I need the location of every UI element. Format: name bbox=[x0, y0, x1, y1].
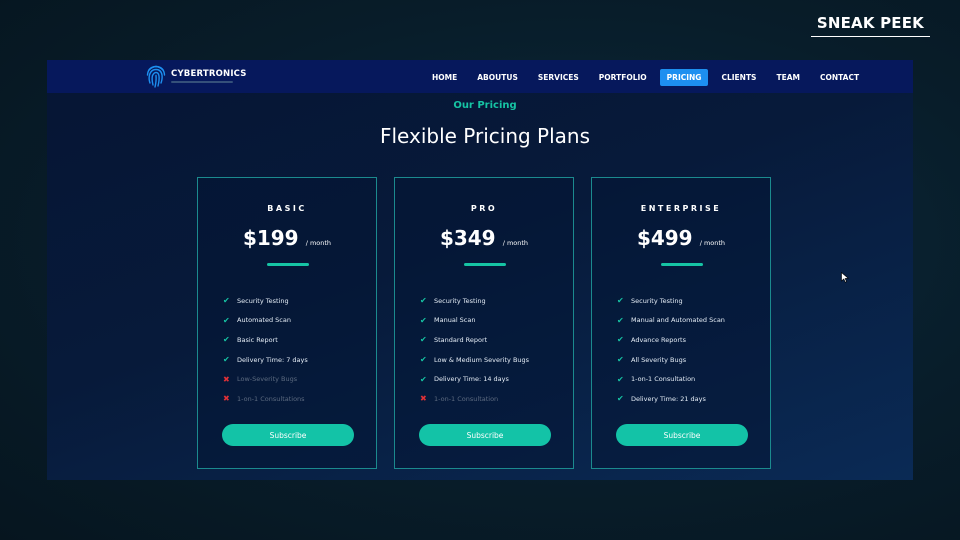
price-divider bbox=[267, 263, 309, 266]
nav-item-home[interactable]: HOME bbox=[425, 69, 464, 86]
price-amount: $199 bbox=[242, 226, 299, 250]
feature-text: All Severity Bugs bbox=[631, 355, 687, 364]
feature-text: 1-on-1 Consultation bbox=[631, 375, 696, 384]
fingerprint-icon bbox=[145, 63, 167, 89]
feature-item: ✔ Security Testing bbox=[223, 291, 308, 311]
page-title: Flexible Pricing Plans bbox=[379, 124, 591, 148]
feature-text: Manual Scan bbox=[434, 316, 476, 325]
feature-item: ✔ Advance Reports bbox=[617, 330, 725, 350]
check-icon: ✔ bbox=[223, 355, 230, 365]
section-eyebrow: Our Pricing bbox=[453, 100, 517, 111]
check-icon: ✔ bbox=[420, 296, 427, 306]
feature-item: ✔ Automated Scan bbox=[223, 311, 308, 331]
feature-item: ✔ Standard Report bbox=[420, 330, 529, 350]
navbar: CYBERTRONICS HOME ABOUTUS SERVICES PORTF… bbox=[47, 60, 913, 93]
check-icon: ✔ bbox=[617, 394, 624, 404]
check-icon: ✔ bbox=[617, 315, 624, 325]
check-icon: ✔ bbox=[617, 374, 624, 384]
plan-price: $199 / month bbox=[198, 226, 376, 250]
feature-text: Advance Reports bbox=[631, 335, 686, 344]
feature-list: ✔ Security Testing ✔ Manual and Automated … bbox=[617, 291, 725, 409]
cross-icon: ✖ bbox=[223, 374, 230, 384]
check-icon: ✔ bbox=[617, 296, 624, 306]
main-nav: HOME ABOUTUS SERVICES PORTFOLIO PRICING … bbox=[425, 69, 872, 86]
plan-name: BASIC bbox=[267, 204, 307, 213]
brand-logo[interactable]: CYBERTRONICS bbox=[145, 63, 247, 89]
price-divider bbox=[661, 263, 703, 266]
pricing-card-pro: PRO $349 / month ✔ Security Testing ✔ Manu… bbox=[394, 177, 574, 469]
feature-list: ✔ Security Testing ✔ Manual Scan ✔ Standard… bbox=[420, 291, 529, 409]
check-icon: ✔ bbox=[420, 355, 427, 365]
pricing-card-basic: BASIC $199 / month ✔ Security Testing ✔ Au… bbox=[197, 177, 377, 469]
feature-text: 1-on-1 Consultations bbox=[237, 394, 305, 403]
feature-text: Low & Medium Severity Bugs bbox=[434, 355, 530, 364]
feature-item-excluded: ✖ 1-on-1 Consultation bbox=[420, 389, 529, 409]
price-period: / month bbox=[699, 239, 726, 247]
nav-item-portfolio[interactable]: PORTFOLIO bbox=[592, 69, 654, 86]
feature-item: ✔ Delivery Time: 14 days bbox=[420, 369, 529, 389]
feature-item: ✔ Delivery Time: 21 days bbox=[617, 389, 725, 409]
check-icon: ✔ bbox=[420, 335, 427, 345]
feature-text: Basic Report bbox=[237, 335, 278, 344]
feature-item: ✔ Security Testing bbox=[617, 291, 725, 311]
feature-item: ✔ Manual Scan bbox=[420, 311, 529, 331]
feature-item: ✔ Delivery Time: 7 days bbox=[223, 350, 308, 370]
sneak-peek-label: SNEAK PEEK bbox=[810, 14, 930, 37]
check-icon: ✔ bbox=[420, 374, 427, 384]
website-screenshot: CYBERTRONICS HOME ABOUTUS SERVICES PORTF… bbox=[47, 60, 913, 480]
nav-item-pricing[interactable]: PRICING bbox=[659, 69, 709, 86]
subscribe-button[interactable]: Subscribe bbox=[616, 424, 748, 446]
feature-item: ✔ 1-on-1 Consultation bbox=[617, 369, 725, 389]
check-icon: ✔ bbox=[617, 335, 624, 345]
feature-text: Delivery Time: 21 days bbox=[631, 394, 706, 403]
brand-tagline-line bbox=[171, 81, 233, 83]
cross-icon: ✖ bbox=[420, 394, 427, 404]
feature-list: ✔ Security Testing ✔ Automated Scan ✔ Basic… bbox=[223, 291, 308, 409]
nav-item-aboutus[interactable]: ABOUTUS bbox=[470, 69, 525, 86]
plan-price: $349 / month bbox=[395, 226, 573, 250]
pricing-card-enterprise: ENTERPRISE $499 / month ✔ Security Testin… bbox=[591, 177, 771, 469]
nav-item-clients[interactable]: CLIENTS bbox=[714, 69, 763, 86]
feature-item-excluded: ✖ 1-on-1 Consultations bbox=[223, 389, 308, 409]
feature-item: ✔ All Severity Bugs bbox=[617, 350, 725, 370]
feature-text: 1-on-1 Consultation bbox=[434, 394, 499, 403]
subscribe-button[interactable]: Subscribe bbox=[222, 424, 354, 446]
feature-item-excluded: ✖ Low-Severity Bugs bbox=[223, 369, 308, 389]
feature-text: Security Testing bbox=[434, 296, 486, 305]
feature-item: ✔ Security Testing bbox=[420, 291, 529, 311]
price-divider bbox=[464, 263, 506, 266]
mouse-cursor-icon bbox=[841, 268, 849, 287]
check-icon: ✔ bbox=[223, 315, 230, 325]
check-icon: ✔ bbox=[617, 355, 624, 365]
nav-item-services[interactable]: SERVICES bbox=[531, 69, 586, 86]
check-icon: ✔ bbox=[223, 335, 230, 345]
price-amount: $499 bbox=[636, 226, 693, 250]
subscribe-button[interactable]: Subscribe bbox=[419, 424, 551, 446]
feature-item: ✔ Basic Report bbox=[223, 330, 308, 350]
plan-price: $499 / month bbox=[592, 226, 770, 250]
feature-text: Standard Report bbox=[434, 335, 488, 344]
cross-icon: ✖ bbox=[223, 394, 230, 404]
feature-text: Automated Scan bbox=[237, 316, 291, 325]
check-icon: ✔ bbox=[223, 296, 230, 306]
price-period: / month bbox=[502, 239, 529, 247]
plan-name: PRO bbox=[470, 204, 498, 213]
feature-text: Delivery Time: 14 days bbox=[434, 375, 509, 384]
feature-text: Security Testing bbox=[237, 296, 289, 305]
feature-item: ✔ Low & Medium Severity Bugs bbox=[420, 350, 529, 370]
plan-name: ENTERPRISE bbox=[640, 204, 722, 213]
feature-text: Delivery Time: 7 days bbox=[237, 355, 308, 364]
price-period: / month bbox=[305, 239, 332, 247]
check-icon: ✔ bbox=[420, 315, 427, 325]
feature-item: ✔ Manual and Automated Scan bbox=[617, 311, 725, 331]
nav-item-contact[interactable]: CONTACT bbox=[813, 69, 866, 86]
brand-name: CYBERTRONICS bbox=[171, 69, 247, 79]
price-amount: $349 bbox=[439, 226, 496, 250]
nav-item-team[interactable]: TEAM bbox=[769, 69, 807, 86]
feature-text: Security Testing bbox=[631, 296, 683, 305]
feature-text: Low-Severity Bugs bbox=[237, 375, 298, 384]
feature-text: Manual and Automated Scan bbox=[631, 316, 725, 325]
